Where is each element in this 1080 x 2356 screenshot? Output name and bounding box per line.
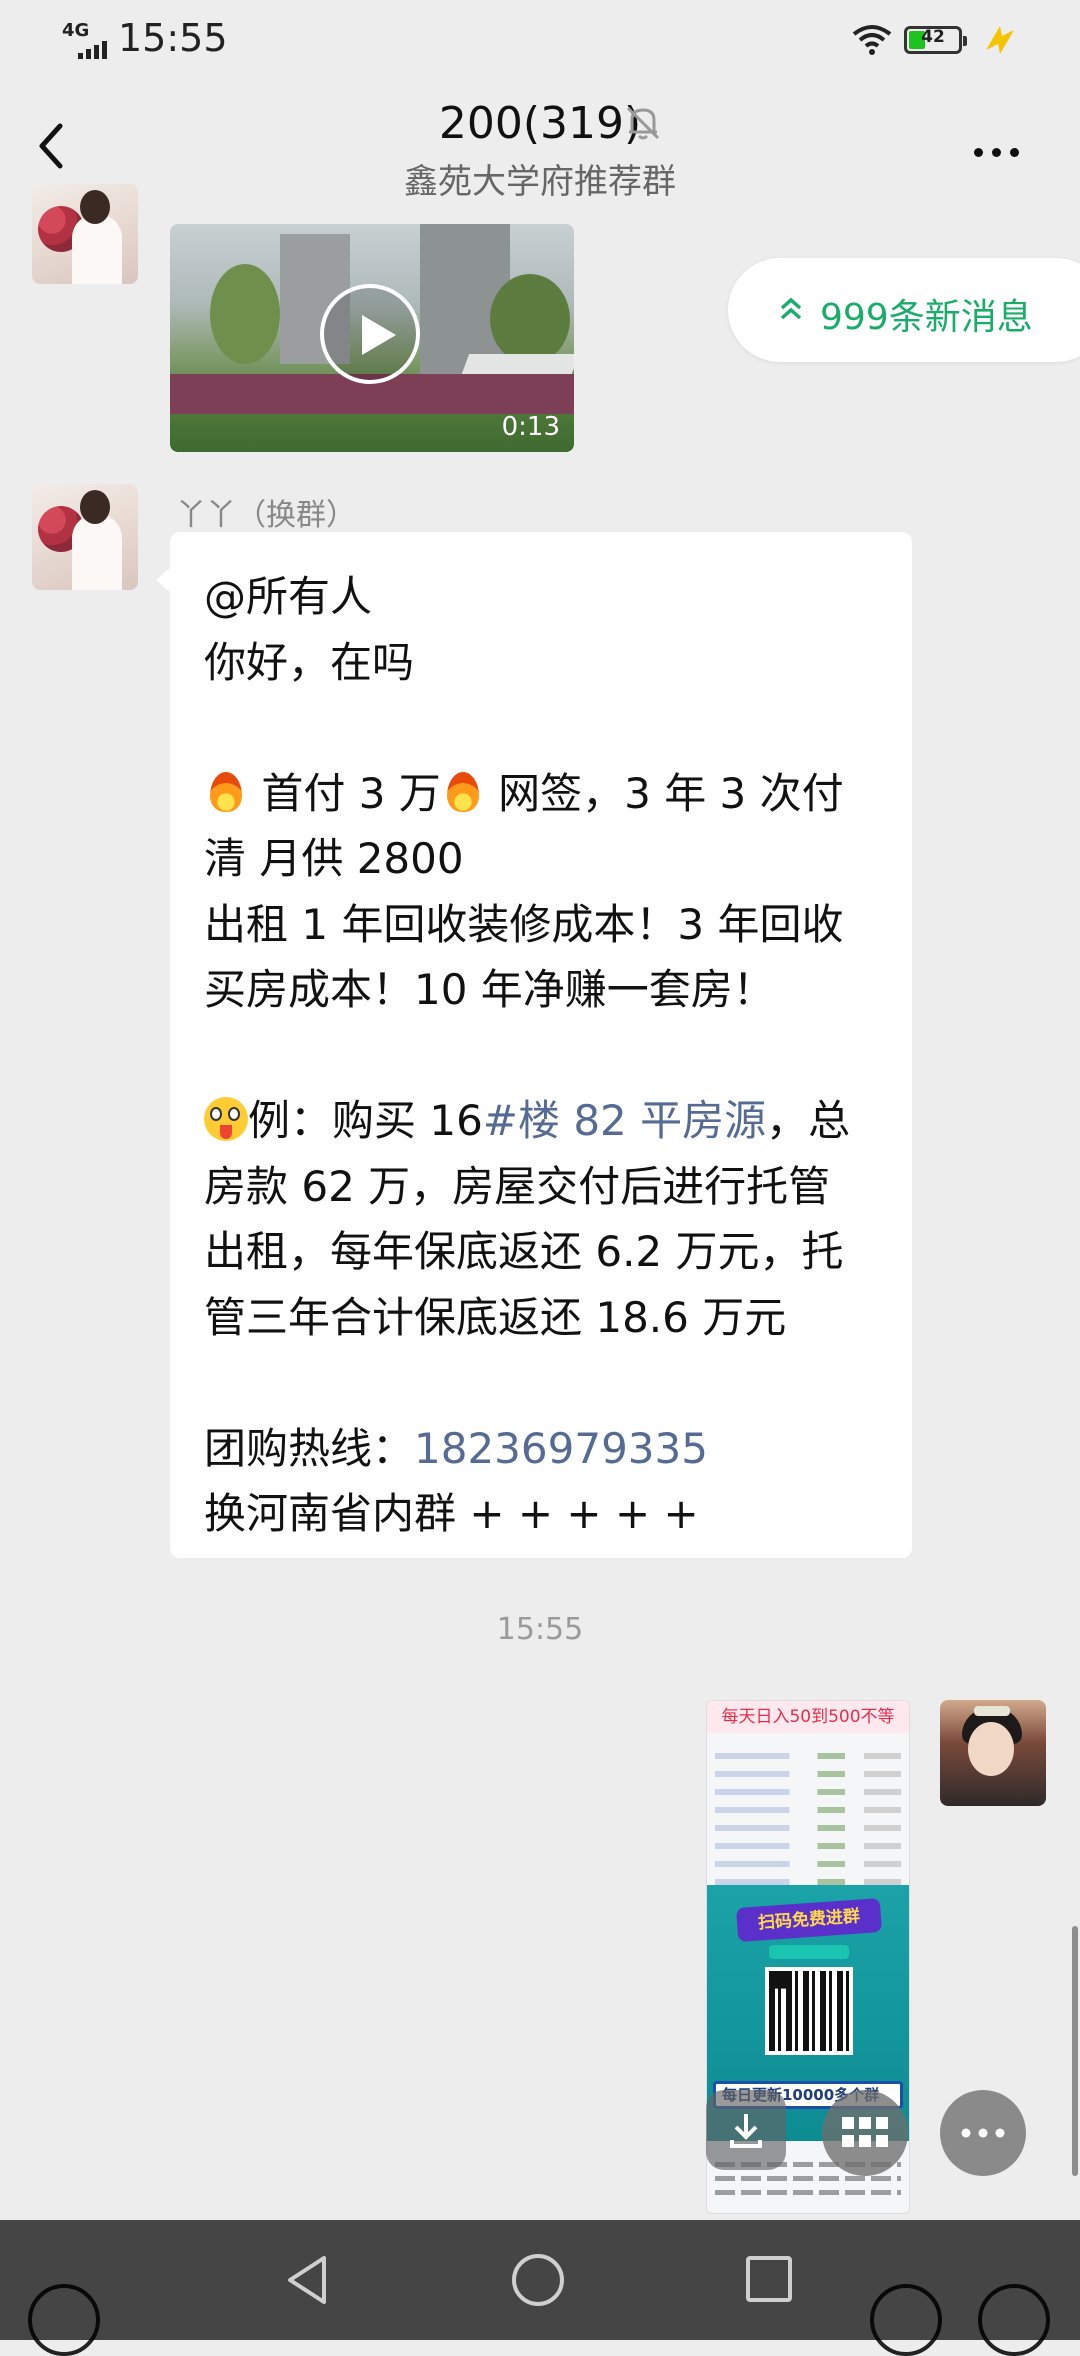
network-type: 4G: [62, 20, 90, 41]
new-messages-label: 999条新消息: [820, 297, 1033, 338]
nav-back-icon[interactable]: [282, 2252, 334, 2308]
chat-title: 200(319): [438, 98, 642, 149]
double-chevron-up-icon: [780, 297, 802, 320]
my-avatar[interactable]: [940, 1700, 1046, 1806]
wifi-icon: [852, 25, 892, 55]
message-line: 管三年合计保底返还 18.6 万元: [204, 1292, 787, 1342]
phone-link[interactable]: 18236979335: [414, 1424, 708, 1473]
chat-subtitle: 鑫苑大学府推荐群: [404, 162, 676, 202]
message-line: 出租，每年保底返还 6.2 万元，托: [204, 1227, 844, 1276]
fire-emoji-icon: [204, 768, 248, 816]
scrollbar[interactable]: [1072, 1926, 1078, 2176]
more-actions-button[interactable]: [940, 2090, 1026, 2176]
message-line: 首付 3 万 网签，3 年 3 次付: [204, 761, 878, 827]
image-banner-text: 扫码免费进群: [735, 1898, 883, 1942]
surprised-face-emoji-icon: [204, 1097, 248, 1141]
message-line: 例：购买 16#楼 82 平房源，总: [204, 1088, 878, 1154]
message-line: 清 月供 2800: [204, 834, 464, 883]
fire-emoji-icon: [441, 768, 485, 816]
sender-avatar[interactable]: [32, 484, 138, 590]
new-messages-button[interactable]: 999条新消息: [728, 258, 1080, 362]
qr-code-icon: [765, 1967, 853, 2055]
video-message[interactable]: 0:13: [170, 224, 574, 452]
message-line: 房款 62 万，房屋交付后进行托管: [204, 1161, 831, 1211]
status-bar: 4G 15:55 42: [0, 0, 1080, 82]
play-icon[interactable]: [320, 284, 420, 384]
nav-home-icon[interactable]: [512, 2254, 564, 2306]
ellipsis-icon: [961, 2128, 1005, 2138]
charging-icon: [986, 26, 1014, 54]
hashtag-link[interactable]: #楼 82 平房源: [483, 1096, 766, 1145]
download-button[interactable]: [706, 2090, 786, 2170]
message-bubble[interactable]: @所有人 你好，在吗 首付 3 万 网签，3 年 3 次付 清 月供 2800 …: [156, 532, 912, 1558]
grid-icon: [842, 2117, 888, 2147]
time-separator: 15:55: [496, 1612, 584, 1647]
sender-name: 丫丫（换群）: [176, 498, 356, 533]
nav-recent-apps-icon[interactable]: [746, 2256, 792, 2302]
message-line: @所有人: [204, 572, 373, 621]
message-line: 换河南省内群 + + + + +: [204, 1489, 699, 1538]
status-time: 15:55: [118, 16, 228, 60]
more-options-icon[interactable]: [974, 142, 1028, 161]
grid-view-button[interactable]: [822, 2090, 908, 2176]
message-line: 你好，在吗: [204, 637, 415, 687]
video-duration: 0:13: [501, 412, 560, 442]
image-header-text: 每天日入50到500不等: [707, 1701, 909, 1733]
message-line: 团购热线：18236979335: [204, 1423, 708, 1473]
mute-bell-icon: [626, 106, 660, 140]
chat-header: 200(319) 鑫苑大学府推荐群: [0, 82, 1080, 212]
battery-level: 42: [921, 27, 945, 47]
message-line: 买房成本！10 年净赚一套房！: [204, 965, 775, 1014]
sender-avatar[interactable]: [32, 184, 138, 284]
battery-icon: 42: [904, 26, 967, 54]
signal-icon: [78, 40, 110, 59]
message-line: 出租 1 年回收装修成本！3 年回收: [204, 899, 844, 949]
download-icon: [730, 2114, 762, 2148]
